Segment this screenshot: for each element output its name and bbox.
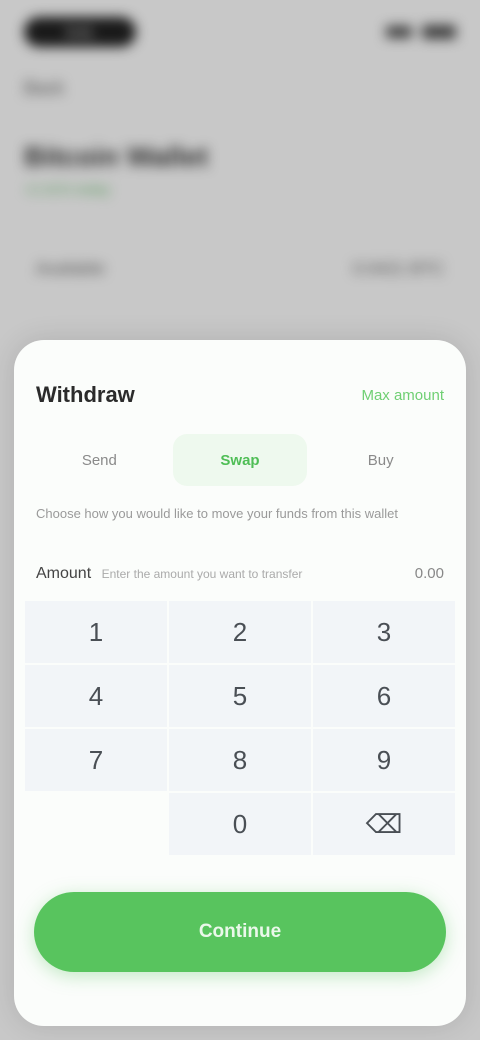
key-1[interactable]: 1 xyxy=(25,601,167,663)
app-screen: 9:41 Back Bitcoin Wallet +2.41% today Av… xyxy=(0,0,480,1040)
max-amount-link[interactable]: Max amount xyxy=(361,387,444,404)
amount-label: Amount xyxy=(36,565,92,582)
key-9[interactable]: 9 xyxy=(313,729,455,791)
sheet-hint: Choose how you would like to move your f… xyxy=(36,506,399,521)
segment-send[interactable]: Send xyxy=(32,434,167,486)
key-8[interactable]: 8 xyxy=(169,729,311,791)
key-6[interactable]: 6 xyxy=(313,665,455,727)
sheet-header: Withdraw Max amount xyxy=(14,340,466,408)
amount-row: Amount Enter the amount you want to tran… xyxy=(36,565,444,583)
key-7[interactable]: 7 xyxy=(25,729,167,791)
key-5[interactable]: 5 xyxy=(169,665,311,727)
key-4[interactable]: 4 xyxy=(25,665,167,727)
segment-buy[interactable]: Buy xyxy=(313,434,448,486)
bottom-sheet: Withdraw Max amount Send Swap Buy Choose… xyxy=(14,340,466,1026)
key-2[interactable]: 2 xyxy=(169,601,311,663)
continue-button[interactable]: Continue xyxy=(34,892,446,972)
backspace-icon[interactable]: ⌫ xyxy=(313,793,455,855)
numeric-keypad: 1 2 3 4 5 6 7 8 9 0 ⌫ xyxy=(14,600,466,856)
amount-value: 0.00 xyxy=(414,565,444,582)
key-blank xyxy=(25,793,167,855)
sheet-title: Withdraw xyxy=(36,382,135,407)
segment-swap[interactable]: Swap xyxy=(172,434,308,486)
key-3[interactable]: 3 xyxy=(313,601,455,663)
amount-hint: Enter the amount you want to transfer xyxy=(101,567,303,581)
mode-segmented-control: Send Swap Buy xyxy=(32,434,448,486)
key-0[interactable]: 0 xyxy=(169,793,311,855)
